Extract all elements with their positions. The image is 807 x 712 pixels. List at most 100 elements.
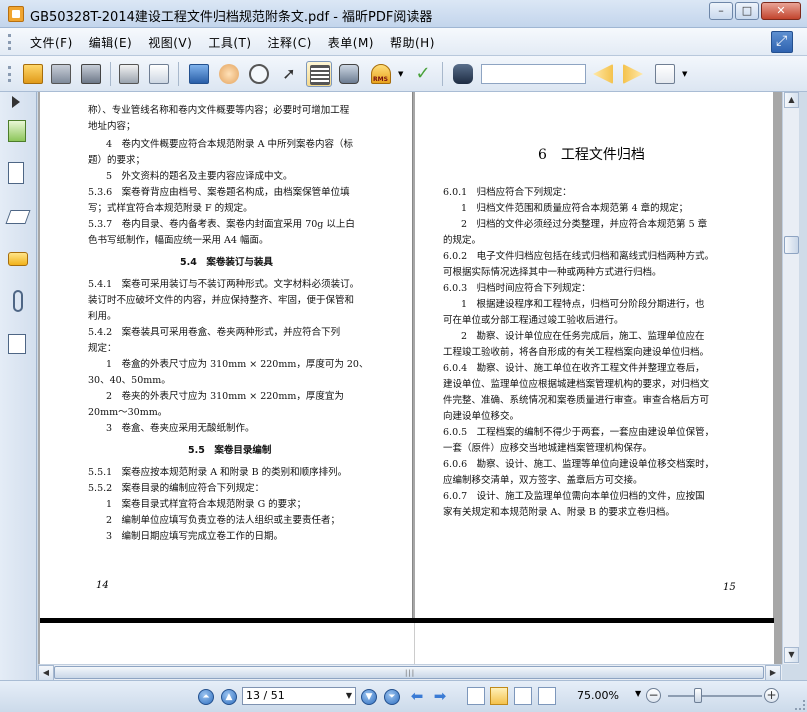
fullscreen-button[interactable]	[186, 61, 212, 87]
snapshot-zoom-icon	[249, 64, 269, 84]
text-line: 5 外文资料的题名及主要内容应译成中文。	[106, 171, 293, 182]
first-page-icon: ⏶	[202, 692, 210, 702]
text-select-button[interactable]	[306, 61, 332, 87]
search-button[interactable]	[450, 61, 476, 87]
signatures-button[interactable]	[8, 334, 30, 358]
vertical-scroll-thumb[interactable]	[784, 236, 799, 254]
comments-button[interactable]	[8, 248, 30, 272]
page-dropdown-icon[interactable]: ▼	[343, 688, 355, 704]
text-line: 30、40、50mm。	[88, 375, 171, 386]
zoom-level[interactable]: 75.00%	[577, 689, 619, 702]
text-line: 6.0.6 勘察、设计、施工、监理等单位向建设单位移交档案时，	[443, 459, 715, 470]
layers-icon	[5, 210, 31, 224]
section-heading: 5.5 案卷目录编制	[188, 445, 272, 456]
email-button[interactable]	[146, 61, 172, 87]
text-line: 规定：	[88, 343, 117, 354]
restore-layout-icon[interactable]	[771, 31, 793, 53]
maximize-button[interactable]: □	[735, 2, 759, 20]
next-view-icon[interactable]: ➡	[431, 688, 449, 704]
minimize-button[interactable]: –	[709, 2, 733, 20]
camera-button[interactable]	[336, 61, 362, 87]
text-line: 5.3.6 案卷脊背应由档号、案卷题名构成，由档案保管单位填	[88, 187, 350, 198]
last-page-icon: ⏷	[388, 692, 396, 702]
text-line: 一套（原件）应移交当地城建档案管理机构保存。	[443, 443, 653, 454]
layers-button[interactable]	[5, 206, 31, 230]
highlight-button[interactable]	[652, 61, 678, 87]
camera-icon	[339, 64, 359, 84]
search-input[interactable]	[481, 64, 586, 84]
bookmarks-button[interactable]	[8, 120, 30, 144]
save-as-button[interactable]	[78, 61, 104, 87]
previous-view-icon[interactable]: ⬅	[408, 688, 426, 704]
text-line: 应编制移交清单，双方签字、盖章后方可交接。	[443, 475, 643, 486]
zoom-out-icon[interactable]: −	[646, 688, 661, 703]
text-line: 1 根据建设程序和工程特点，归档可分阶段分期进行，也	[461, 299, 705, 310]
close-button[interactable]: ✕	[761, 2, 801, 20]
text-line: 2 勘察、设计单位应在任务完成后，施工、监理单位应在	[461, 331, 705, 342]
last-page-button[interactable]: ⏷	[384, 689, 400, 705]
text-line: 可根据实际情况选择其中一种或两种方式进行归档。	[443, 267, 662, 278]
sign-button[interactable]: ✓	[410, 61, 436, 87]
continuous-facing-view-icon[interactable]	[538, 687, 556, 705]
print-icon	[119, 64, 139, 84]
text-line: 5.4.2 案卷装具可采用卷盒、卷夹两种形式，并应符合下列	[88, 327, 341, 338]
prev-result-icon	[593, 64, 613, 84]
save-button[interactable]	[48, 61, 74, 87]
zoom-dropdown-icon[interactable]: ▼	[635, 689, 641, 698]
prev-page-button[interactable]: ▲	[221, 689, 237, 705]
horizontal-scroll-thumb[interactable]: |||	[54, 666, 764, 679]
document-view[interactable]: 称）、专业管线名称和卷内文件概要等内容；必要时可增加工程 地址内容； 4 卷内文…	[38, 92, 782, 664]
rms-label: RMS	[373, 76, 388, 83]
scroll-down-arrow-icon[interactable]: ▼	[784, 647, 799, 663]
select-button[interactable]: ➚	[276, 61, 302, 87]
page-number-input[interactable]: 13 / 51 ▼	[242, 687, 356, 705]
next-page-button[interactable]: ▼	[361, 689, 377, 705]
menu-help[interactable]: 帮助(H)	[382, 34, 443, 51]
section-heading: 5.4 案卷装订与装具	[180, 257, 273, 268]
save-as-icon	[81, 64, 101, 84]
continuous-view-icon[interactable]	[490, 687, 508, 705]
scroll-right-arrow-icon[interactable]: ▶	[765, 665, 781, 681]
open-button[interactable]	[20, 61, 46, 87]
expand-panel-icon[interactable]	[12, 96, 20, 108]
prev-result-button[interactable]	[590, 61, 616, 87]
next-result-button[interactable]	[620, 61, 646, 87]
single-page-view-icon[interactable]	[467, 687, 485, 705]
text-line: 3 卷盒、卷夹应采用无酸纸制作。	[106, 423, 255, 434]
menu-edit[interactable]: 编辑(E)	[81, 34, 140, 51]
facing-view-icon[interactable]	[514, 687, 532, 705]
horizontal-scrollbar[interactable]: ◀ ||| ▶	[38, 664, 782, 681]
rms-dropdown-arrow[interactable]: ▼	[398, 70, 403, 78]
print-button[interactable]	[116, 61, 142, 87]
foxit-app-icon	[8, 6, 24, 22]
open-icon	[23, 64, 43, 84]
text-line: 20mm～30mm。	[88, 407, 168, 418]
page-gutter	[414, 623, 415, 664]
menu-form[interactable]: 表单(M)	[320, 34, 382, 51]
next-page-preview	[40, 623, 774, 664]
menu-comment[interactable]: 注释(C)	[260, 34, 320, 51]
resize-grip[interactable]	[795, 700, 805, 710]
menu-tools[interactable]: 工具(T)	[200, 34, 259, 51]
text-line: 3 编制日期应填写完成立卷工作的日期。	[106, 531, 284, 542]
pages-button[interactable]	[8, 162, 30, 186]
attachments-button[interactable]	[8, 290, 30, 314]
zoom-slider-track[interactable]	[668, 695, 762, 697]
scroll-up-arrow-icon[interactable]: ▲	[784, 92, 799, 108]
text-line: 地址内容；	[88, 121, 136, 132]
text-line: 5.4.1 案卷可采用装订与不装订两种形式。文字材料必须装订。	[88, 279, 360, 290]
menu-file[interactable]: 文件(F)	[22, 34, 81, 51]
rms-button[interactable]: RMS	[368, 61, 394, 87]
text-line: 1 案卷目录式样宜符合本规范附录 G 的要求；	[106, 499, 307, 510]
zoom-in-icon[interactable]: +	[764, 688, 779, 703]
vertical-scrollbar[interactable]: ▲ ▼	[782, 92, 799, 664]
scroll-left-arrow-icon[interactable]: ◀	[38, 665, 54, 681]
select-icon: ➚	[282, 64, 296, 83]
first-page-button[interactable]: ⏶	[198, 689, 214, 705]
menu-view[interactable]: 视图(V)	[140, 34, 200, 51]
hand-tool-button[interactable]	[216, 61, 242, 87]
text-line: 6.0.5 工程档案的编制不得少于两套，一套应由建设单位保管，	[443, 427, 715, 438]
highlight-dropdown-arrow[interactable]: ▼	[682, 70, 687, 78]
snapshot-zoom-button[interactable]	[246, 61, 272, 87]
zoom-slider-thumb[interactable]	[694, 688, 702, 703]
